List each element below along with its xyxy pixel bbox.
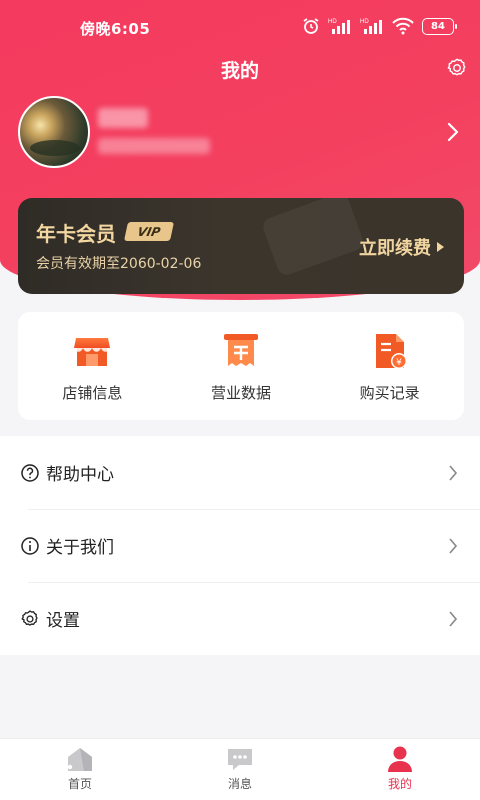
renew-label: 立即续费 — [359, 238, 431, 259]
quick-actions-card: 店铺信息 营业数据 ¥ 购买记录 — [18, 312, 464, 420]
svg-text:¥: ¥ — [396, 358, 402, 368]
battery-indicator: 84 — [422, 17, 457, 35]
vip-badge: VIP — [123, 222, 175, 241]
settings-menu: 帮助中心 关于我们 设置 — [0, 436, 480, 655]
renew-button[interactable]: 立即续费 — [359, 234, 444, 260]
message-icon — [228, 749, 252, 770]
info-icon — [21, 536, 39, 555]
svg-text:HD: HD — [360, 19, 369, 25]
home-icon — [67, 748, 92, 771]
tab-label: 消息 — [227, 777, 252, 791]
quick-action-label: 营业数据 — [211, 384, 272, 402]
menu-item-help[interactable]: 帮助中心 — [0, 436, 480, 509]
purchase-record-icon: ¥ — [375, 334, 407, 369]
signal-icon-2: HD — [360, 19, 382, 34]
user-icon — [388, 746, 412, 772]
menu-item-label: 设置 — [46, 611, 80, 631]
quick-action-label: 购买记录 — [359, 384, 420, 402]
chevron-right-icon[interactable] — [446, 122, 460, 142]
status-time: 傍晚6:05 — [80, 20, 151, 38]
store-icon — [74, 338, 111, 366]
tab-profile[interactable]: 我的 — [320, 739, 480, 800]
page-title: 我的 — [220, 60, 259, 82]
chevron-right-icon — [449, 538, 458, 554]
status-bar: 傍晚6:05 HD HD 84 — [0, 0, 480, 56]
membership-expiry: 会员有效期至2060-02-06 — [36, 256, 202, 272]
chevron-right-icon — [449, 465, 458, 481]
user-name-blurred — [98, 108, 148, 128]
alarm-icon — [303, 18, 319, 34]
bottom-tab-bar: 首页 消息 我的 — [0, 738, 480, 800]
user-phone-blurred — [98, 138, 210, 154]
svg-text:HD: HD — [328, 19, 337, 25]
tab-messages[interactable]: 消息 — [160, 739, 320, 800]
triangle-right-icon — [437, 242, 444, 252]
tab-label: 首页 — [67, 777, 92, 791]
wifi-icon — [392, 17, 414, 35]
settings-gear-icon[interactable] — [446, 57, 468, 79]
profile-section[interactable] — [18, 96, 462, 168]
help-icon — [21, 463, 39, 482]
tab-home[interactable]: 首页 — [0, 739, 160, 800]
quick-action-business-data[interactable]: 营业数据 — [167, 312, 316, 420]
gear-icon — [21, 609, 38, 626]
menu-item-about[interactable]: 关于我们 — [0, 509, 480, 582]
receipt-icon — [224, 334, 258, 366]
menu-item-label: 关于我们 — [46, 538, 114, 558]
menu-item-settings[interactable]: 设置 — [0, 582, 480, 655]
avatar[interactable] — [18, 96, 90, 168]
signal-icon: HD — [328, 19, 350, 34]
quick-action-store-info[interactable]: 店铺信息 — [18, 312, 167, 420]
quick-action-purchase-records[interactable]: ¥ 购买记录 — [315, 312, 464, 420]
membership-title: 年卡会员 — [36, 222, 116, 246]
tab-label: 我的 — [387, 777, 412, 791]
status-icons: HD HD 84 — [302, 17, 457, 35]
quick-action-label: 店铺信息 — [62, 384, 123, 402]
menu-item-label: 帮助中心 — [46, 465, 114, 485]
chevron-right-icon — [449, 611, 458, 627]
membership-card[interactable]: 年卡会员 VIP 会员有效期至2060-02-06 立即续费 — [18, 198, 464, 294]
